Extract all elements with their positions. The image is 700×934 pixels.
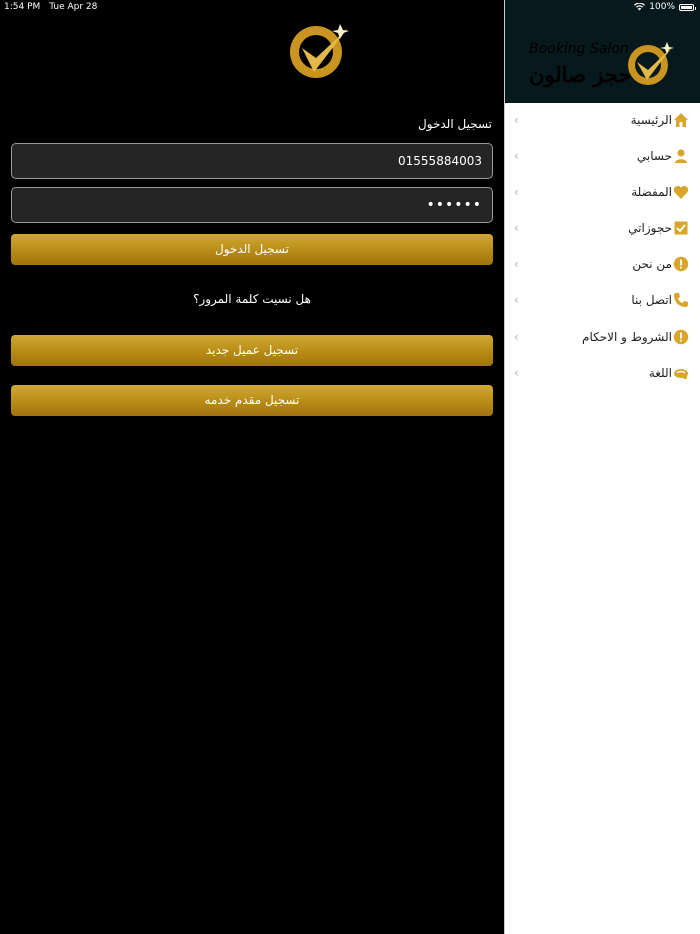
info-icon <box>673 256 689 272</box>
menu-item-about[interactable]: ‹ من نحن <box>505 249 700 279</box>
phone-icon <box>673 292 689 308</box>
side-menu: Booking Salon حجز صالون ‹ الرئيسية ‹ حسا… <box>504 0 700 934</box>
battery-icon <box>679 3 696 11</box>
home-icon <box>673 112 689 128</box>
menu-item-contact[interactable]: ‹ اتصل بنا <box>505 285 700 315</box>
language-icon <box>673 365 689 381</box>
side-logo-emblem <box>628 42 674 85</box>
menu-item-label: الرئيسية <box>630 113 672 127</box>
menu-item-label: المفضلة <box>631 185 672 199</box>
login-screen: Booking Salon حجز صالون تسجيل الدخول 015… <box>0 0 504 934</box>
menu-item-label: الشروط و الاحكام <box>582 330 672 344</box>
status-time: 1:54 PM <box>4 2 41 12</box>
menu-item-label: حسابي <box>636 149 672 163</box>
register-provider-button[interactable]: تسجيل مقدم خدمه <box>11 385 493 416</box>
chevron-left-icon: ‹ <box>514 113 519 127</box>
chevron-left-icon: ‹ <box>514 330 519 344</box>
chevron-left-icon: ‹ <box>514 366 519 380</box>
menu-item-favorites[interactable]: ‹ المفضلة <box>505 177 700 207</box>
menu-item-label: اتصل بنا <box>631 293 672 307</box>
side-logo-english: Booking Salon <box>529 41 629 57</box>
person-icon <box>673 148 689 164</box>
phone-input[interactable]: 01555884003 <box>11 143 493 179</box>
battery-percent: 100% <box>649 2 675 12</box>
menu-item-label: اللغة <box>648 366 672 380</box>
chevron-left-icon: ‹ <box>514 293 519 307</box>
side-menu-header: Booking Salon حجز صالون <box>505 0 700 103</box>
heart-icon <box>673 184 689 200</box>
chevron-left-icon: ‹ <box>514 185 519 199</box>
menu-item-terms[interactable]: ‹ الشروط و الاحكام <box>505 322 700 352</box>
password-input[interactable]: •••••• <box>11 187 493 223</box>
checkbox-icon <box>673 220 689 236</box>
chevron-left-icon: ‹ <box>514 221 519 235</box>
logo-english: Booking Salon <box>152 22 287 44</box>
menu-item-language[interactable]: ‹ اللغة <box>505 358 700 388</box>
side-menu-logo: Booking Salon حجز صالون <box>529 41 674 88</box>
menu-item-bookings[interactable]: ‹ حجوزاتي <box>505 213 700 243</box>
menu-item-label: من نحن <box>632 257 672 271</box>
register-client-button[interactable]: تسجيل عميل جديد <box>11 335 493 366</box>
info-icon <box>673 329 689 345</box>
menu-item-home[interactable]: ‹ الرئيسية <box>505 105 700 135</box>
status-bar: 1:54 PM Tue Apr 28 100% <box>0 0 700 14</box>
chevron-left-icon: ‹ <box>514 149 519 163</box>
logo-arabic: حجز صالون <box>152 51 288 84</box>
menu-item-account[interactable]: ‹ حسابي <box>505 141 700 171</box>
login-button[interactable]: تسجيل الدخول <box>11 234 493 265</box>
forgot-password-link[interactable]: هل نسيت كلمة المرور؟ <box>0 292 504 306</box>
menu-item-label: حجوزاتي <box>628 221 672 235</box>
status-date: Tue Apr 28 <box>49 2 98 12</box>
side-logo-arabic: حجز صالون <box>529 62 631 88</box>
battery-level <box>681 5 692 9</box>
login-title: تسجيل الدخول <box>418 117 492 131</box>
logo-emblem <box>290 24 349 78</box>
chevron-left-icon: ‹ <box>514 257 519 271</box>
wifi-icon <box>634 3 646 11</box>
booking-salon-logo: Booking Salon حجز صالون <box>152 22 349 84</box>
